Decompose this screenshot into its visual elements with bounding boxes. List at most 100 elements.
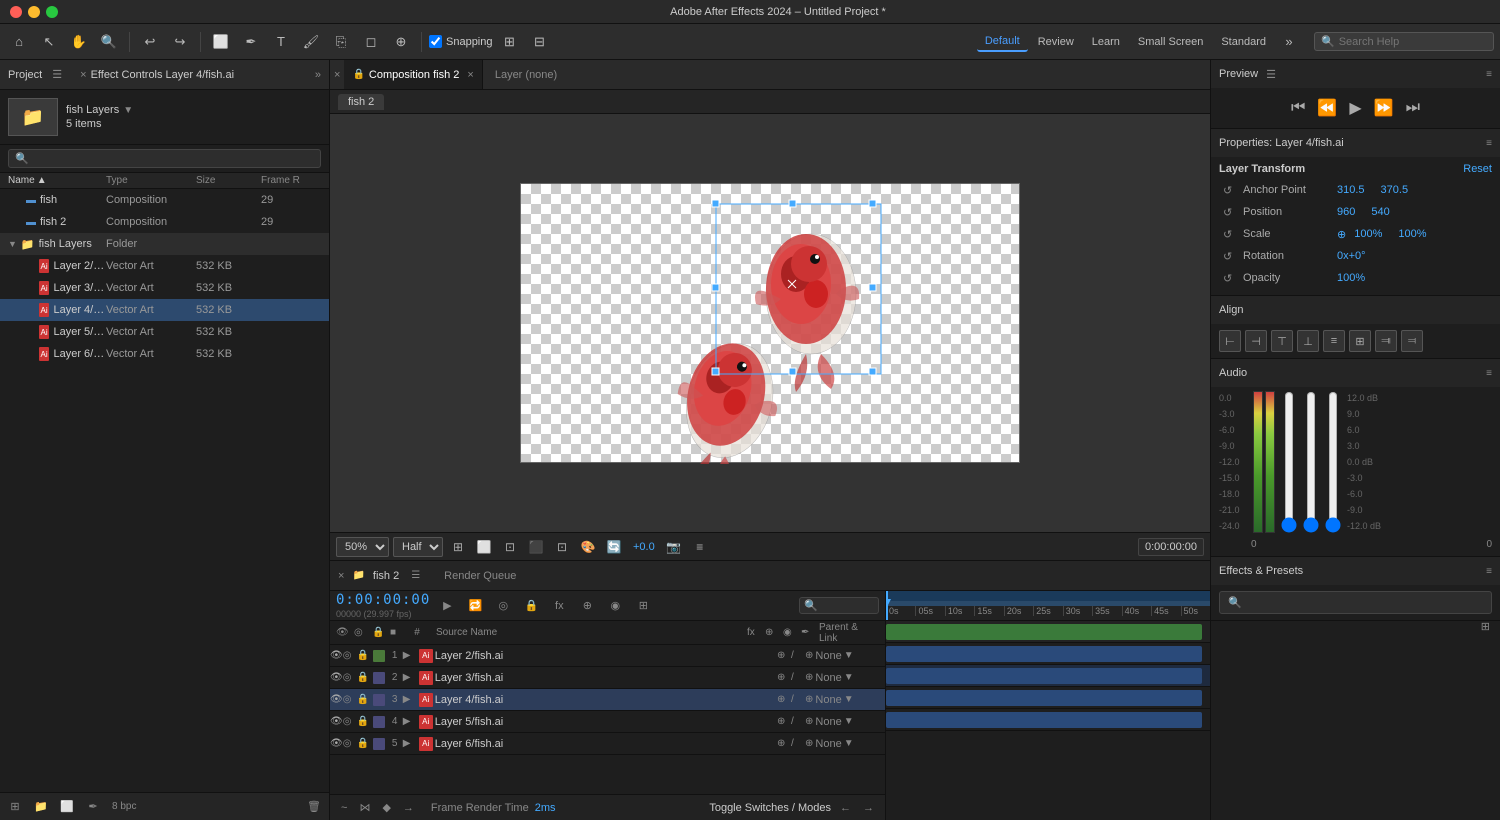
vis-eye-icon[interactable]: 👁 [330,650,343,661]
tl-footer-arrow-btn[interactable]: → [400,802,417,814]
home-button[interactable]: ⌂ [6,29,32,55]
align-center-h-btn[interactable]: ⊣ [1245,330,1267,352]
minimize-button[interactable] [28,6,40,18]
list-item[interactable]: Ai Layer 5/fish.ai Vector Art 532 KB [0,321,329,343]
tl-lock-btn[interactable]: 🔒 [520,595,542,617]
audio-slider-left[interactable] [1281,391,1297,533]
layer-expand-icon[interactable]: ▶ [403,672,417,683]
track-row[interactable] [886,643,1210,665]
timeline-search-input[interactable] [820,600,874,611]
vis-eye-icon[interactable]: 👁 [330,716,343,727]
tl-cache-btn[interactable]: ⊞ [632,595,654,617]
preview-more-btn[interactable]: ≡ [689,536,711,558]
col-type[interactable]: Type [106,175,196,186]
opacity-reset-icon[interactable]: ↺ [1223,272,1239,285]
audio-slider-master[interactable] [1325,391,1341,533]
layer-expand-icon[interactable]: ▶ [403,694,417,705]
audio-slider-right[interactable] [1303,391,1319,533]
scale-reset-icon[interactable]: ↺ [1223,228,1239,241]
align-header[interactable]: Align [1211,296,1500,324]
solo-icon[interactable]: ◎ [343,738,357,749]
anchor-reset-icon[interactable]: ↺ [1223,184,1239,197]
list-item[interactable]: Ai Layer 2/fish.ai Vector Art 532 KB [0,255,329,277]
toggle-channels-btn[interactable]: ⬜ [473,536,495,558]
toggle-motion-path-btn[interactable]: ⬛ [525,536,547,558]
timeline-close-icon[interactable]: × [338,570,344,582]
more-workspaces-btn[interactable]: » [1276,29,1302,55]
trash-btn[interactable]: 🗑 [303,796,325,818]
dist-h-btn[interactable]: ⫥ [1375,330,1397,352]
vis-eye-icon[interactable]: 👁 [330,738,343,749]
timeline-menu-icon[interactable]: ☰ [411,570,420,581]
tl-nav-left-btn[interactable]: ← [837,802,854,814]
tl-fx-btn[interactable]: fx [548,595,570,617]
list-item[interactable]: Ai Layer 3/fish.ai Vector Art 532 KB [0,277,329,299]
puppet-tool-button[interactable]: ⊕ [388,29,414,55]
parent-arrow-icon[interactable]: ▼ [844,738,854,749]
vis-eye-icon[interactable]: 👁 [330,694,343,705]
lock-icon[interactable]: 🔒 [357,694,371,705]
switches-modes-label[interactable]: Toggle Switches / Modes [709,802,831,814]
clone-tool-button[interactable]: ⎘ [328,29,354,55]
folder-toggle-icon[interactable]: ▼ [8,239,17,249]
render-queue-label[interactable]: Render Queue [444,570,516,582]
tl-footer-curve-btn[interactable]: ~ [338,802,350,814]
tl-play-btn[interactable]: ▶ [436,595,458,617]
anchor-x-value[interactable]: 310.5 [1337,184,1365,196]
pen-tool-button[interactable]: ✒ [238,29,264,55]
comp-viewer[interactable] [330,114,1210,532]
project-search-input[interactable] [33,153,314,165]
effect-controls-close[interactable]: × [80,69,86,81]
play-btn[interactable]: ▶ [1347,96,1363,120]
close-button[interactable] [10,6,22,18]
track-row[interactable] [886,665,1210,687]
new-composition-btn[interactable]: ⊞ [4,796,26,818]
scale-y-value[interactable]: 100% [1398,228,1426,240]
panel-expand-icon[interactable]: » [315,69,321,81]
align-bottom-btn[interactable]: ⊞ [1349,330,1371,352]
new-folder-btn[interactable]: 📁 [30,796,52,818]
color-picker-btn[interactable]: 🎨 [577,536,599,558]
quality-select[interactable]: Half [393,537,443,557]
list-item[interactable]: Ai Layer 4/fish.ai Vector Art 532 KB [0,299,329,321]
select-tool-button[interactable]: ↖ [36,29,62,55]
hand-tool-button[interactable]: ✋ [66,29,92,55]
toggle-grid-btn[interactable]: ⊡ [499,536,521,558]
solo-icon[interactable]: ◎ [343,650,357,661]
snapshot-btn[interactable]: 🔄 [603,536,625,558]
redo-button[interactable]: ↪ [167,29,193,55]
tl-loop-btn[interactable]: 🔁 [464,595,486,617]
opacity-value[interactable]: 100% [1337,272,1365,284]
align-right-btn[interactable]: ⊤ [1271,330,1293,352]
tab-comp-close[interactable]: × [467,69,473,81]
position-x-value[interactable]: 960 [1337,206,1355,218]
layer-expand-icon[interactable]: ▶ [403,716,417,727]
lock-icon[interactable]: 🔒 [357,716,371,727]
layer-expand-icon[interactable]: ▶ [403,650,417,661]
brush-tool-button[interactable]: 🖌 [298,29,324,55]
snapping-checkbox[interactable] [429,35,442,48]
dist-v-btn[interactable]: ⫤ [1401,330,1423,352]
zoom-select[interactable]: 50% [336,537,389,557]
tl-adj-btn[interactable]: ◉ [604,595,626,617]
lock-icon[interactable]: 🔒 [357,650,371,661]
preview-expand-icon[interactable]: ≡ [1486,69,1492,80]
timeline-ruler[interactable]: 0s 05s 10s 15s 20s 25s 30s 35s 40s 45s 5… [886,591,1210,621]
solo-icon[interactable]: ◎ [343,716,357,727]
list-item[interactable]: Ai Layer 6/fish.ai Vector Art 532 KB [0,343,329,365]
folder-dropdown-icon[interactable]: ▼ [123,105,133,116]
eraser-tool-button[interactable]: ◻ [358,29,384,55]
lock-icon[interactable]: 🔒 [357,672,371,683]
tl-layer-row[interactable]: 👁 ◎ 🔒 1 ▶ Ai Layer 2/fish.ai ⊕ / ⊕ [330,645,885,667]
list-item[interactable]: ▬ fish 2 Composition 29 [0,211,329,233]
tl-solo-btn[interactable]: ◎ [492,595,514,617]
tl-layer-row[interactable]: 👁 ◎ 🔒 5 ▶ Ai Layer 6/fish.ai ⊕ / ⊕ [330,733,885,755]
jump-start-btn[interactable]: ⏮ [1289,97,1307,119]
effect-controls-tab[interactable]: × Effect Controls Layer 4/fish.ai [80,69,234,81]
workspace-learn[interactable]: Learn [1084,33,1128,51]
track-row[interactable] [886,621,1210,643]
fit-to-comp-btn[interactable]: ⊞ [447,536,469,558]
effects-menu-icon[interactable]: ≡ [1486,566,1492,577]
reset-btn[interactable]: Reset [1463,163,1492,175]
properties-menu-icon[interactable]: ≡ [1486,138,1492,149]
